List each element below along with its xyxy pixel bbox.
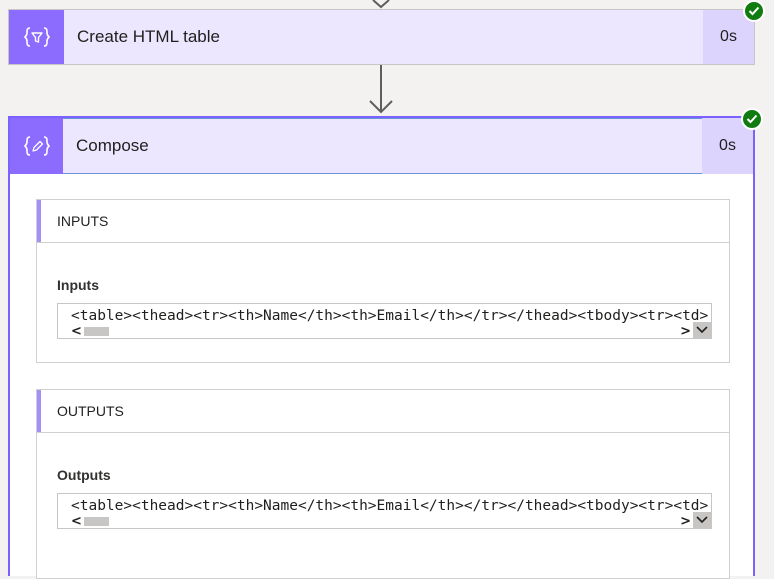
inputs-value-box[interactable]: <table><thead><tr><th>Name</th><th>Email… [57,303,712,339]
outputs-label: Outputs [57,467,111,483]
chevron-down-icon[interactable] [693,512,711,528]
outputs-value-text: <table><thead><tr><th>Name</th><th>Email… [71,498,709,514]
action-card-compose[interactable]: Compose 0s INPUTS Inputs <table><thead><… [8,116,755,579]
action-card-create-html-table[interactable]: Create HTML table 0s [8,9,755,65]
inputs-value-text: <table><thead><tr><th>Name</th><th>Email… [71,308,709,324]
outputs-section: OUTPUTS Outputs <table><thead><tr><th>Na… [36,389,730,579]
success-check-icon [743,0,765,22]
action-title: Compose [63,118,702,174]
inputs-label: Inputs [57,277,99,293]
scroll-left-icon[interactable]: < [71,514,82,528]
section-header-outputs[interactable]: OUTPUTS [37,390,729,433]
action-icon-box [10,118,63,174]
chevron-down-icon[interactable] [693,322,711,338]
pencil-braces-icon [23,136,50,156]
horizontal-scrollbar[interactable]: < > [58,324,711,338]
inputs-section: INPUTS Inputs <table><thead><tr><th>Name… [36,199,730,363]
action-title: Create HTML table [77,27,220,46]
action-card-header[interactable]: Create HTML table 0s [9,10,754,64]
section-header-inputs[interactable]: INPUTS [37,200,729,243]
filter-braces-icon [23,27,50,47]
horizontal-scrollbar[interactable]: < > [58,514,711,528]
scroll-left-icon[interactable]: < [71,324,82,338]
outputs-value-box[interactable]: <table><thead><tr><th>Name</th><th>Email… [57,493,712,529]
action-icon-box [9,10,64,64]
scroll-thumb[interactable] [84,517,109,526]
success-check-icon [741,108,763,130]
action-card-header[interactable]: Compose 0s [10,118,753,174]
scroll-thumb[interactable] [84,327,109,336]
scroll-right-icon[interactable]: > [680,324,691,338]
scroll-right-icon[interactable]: > [680,514,691,528]
